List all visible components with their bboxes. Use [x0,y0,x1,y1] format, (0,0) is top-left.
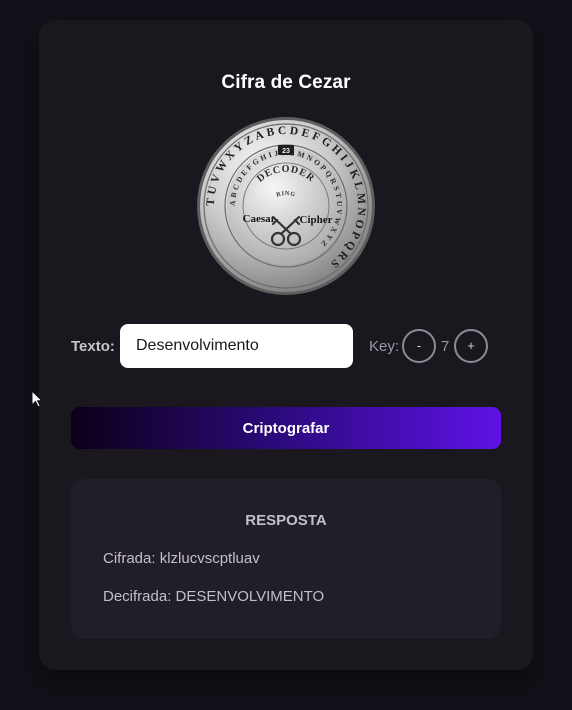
cipher-card: Cifra de Cezar TUVWXYZABCDEFGHIJKLMNOPQR… [39,20,533,670]
decoder-coin-image: TUVWXYZABCDEFGHIJKLMNOPQRS ABCDEFGHIJKLM… [196,116,376,296]
cipher-label: Cipher [300,214,333,226]
encrypt-button[interactable]: Criptografar [71,407,501,449]
page-title: Cifra de Cezar [221,72,351,93]
text-input[interactable] [120,324,353,368]
key-label: Key: [369,338,400,355]
decrypted-result: Decifrada: DESENVOLVIMENTO [103,588,325,605]
text-field-label: Texto: [71,338,115,355]
coin-marker-label: 23 [282,148,290,155]
mouse-cursor-icon [31,390,43,408]
caesar-cipher-decoder-ring-icon: TUVWXYZABCDEFGHIJKLMNOPQRS ABCDEFGHIJKLM… [197,117,375,295]
result-panel: RESPOSTA Cifrada: klzlucvscptluav Decifr… [71,479,501,639]
encrypted-result: Cifrada: klzlucvscptluav [103,550,260,567]
decrement-key-button[interactable]: - [402,329,436,363]
cipher-input-row: Texto: Key: - 7 + [39,324,533,368]
caesar-label: Caesar [243,213,276,225]
key-value: 7 [441,338,450,355]
result-title: RESPOSTA [245,512,327,529]
increment-key-button[interactable]: + [454,329,488,363]
